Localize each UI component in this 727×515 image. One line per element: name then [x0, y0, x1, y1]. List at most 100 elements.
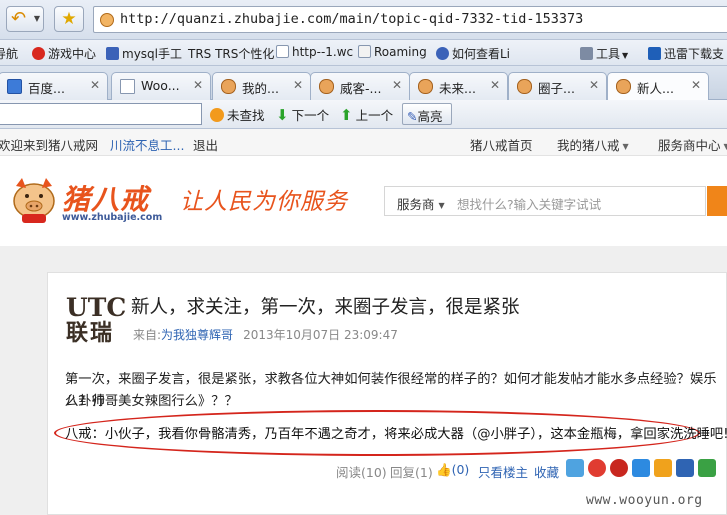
site-slogan: 让人民为你服务 — [180, 189, 348, 215]
find-status-icon — [210, 108, 224, 122]
bookmark-label: Roaming — [374, 45, 427, 59]
tab-label: 威客-... — [340, 81, 382, 96]
group-logo[interactable]: UTC 联瑞 — [66, 295, 126, 346]
bookmark-nav[interactable]: 导航 — [0, 45, 18, 62]
bookmark-trs[interactable]: TRS TRS个性化 — [188, 45, 274, 62]
bookmark-game-center[interactable]: 游戏中心 — [32, 45, 96, 62]
find-next-label: 下一个 — [291, 108, 330, 123]
close-icon[interactable]: ✕ — [90, 78, 100, 92]
bookmarks-bar: 导航 游戏中心 mysql手工 TRS TRS个性化 http--1.wc Ro… — [0, 40, 727, 66]
tab-future[interactable]: 未来... ✕ — [409, 72, 508, 100]
favorite-star-icon[interactable]: ★ — [54, 6, 84, 32]
service-center-menu[interactable]: 服务商中心 ▼ — [658, 135, 727, 154]
home-link[interactable]: 猪八戒首页 — [470, 135, 533, 154]
search-button[interactable] — [707, 186, 727, 216]
tab-weike[interactable]: 威客-... ✕ — [310, 72, 410, 100]
tab-baidu[interactable]: 百度... ✕ — [0, 72, 108, 100]
bajie-reply: 八戒：小伙子，我看你骨骼清秀，乃百年不遇之奇才，将来必成大器（@小胖子），这本金… — [65, 427, 727, 442]
close-icon[interactable]: ✕ — [589, 78, 599, 92]
qq-share-icon[interactable] — [632, 459, 650, 477]
welcome-text: 欢迎来到猪八戒网 — [0, 138, 99, 153]
tab-quanzi[interactable]: 圈子... ✕ — [508, 72, 607, 100]
close-icon[interactable]: ✕ — [691, 78, 701, 92]
renren-share-icon[interactable] — [610, 459, 628, 477]
bookmark-mysql[interactable]: mysql手工 — [106, 45, 182, 62]
search-box: 服务商 ▼ 想找什么?输入关键字试试 — [384, 186, 706, 216]
page-icon — [276, 45, 289, 58]
paw-icon — [436, 47, 449, 60]
find-next-button[interactable]: ⬇ 下一个 — [276, 105, 329, 124]
reply-link[interactable]: 回复(1) — [390, 462, 433, 481]
close-icon[interactable]: ✕ — [490, 78, 500, 92]
tab-label: 未来... — [439, 81, 476, 96]
find-toolbar: 未查找 ⬇ 下一个 ⬆ 上一个 ✎高亮 — [0, 100, 727, 129]
tab-newbie[interactable]: 新人... ✕ — [607, 72, 709, 101]
search-input[interactable]: 想找什么?输入关键字试试 — [457, 194, 601, 213]
people-share-icon[interactable] — [676, 459, 694, 477]
bookmark-label: mysql手工 — [122, 47, 182, 61]
tencent-weibo-share-icon[interactable] — [654, 459, 672, 477]
author-link[interactable]: 为我独尊辉哥 — [161, 328, 233, 342]
back-button[interactable]: ↶ ▼ — [6, 6, 44, 32]
my-zbj-menu[interactable]: 我的猪八戒 ▼ — [557, 135, 629, 154]
close-icon[interactable]: ✕ — [193, 78, 203, 92]
bookmark-xunlei[interactable]: 迅雷下载支 — [648, 45, 724, 62]
bookmark-roaming[interactable]: Roaming — [358, 45, 427, 59]
pig-icon — [319, 79, 334, 94]
address-bar[interactable]: http://quanzi.zhubajie.com/main/topic-qi… — [93, 6, 727, 33]
post-date: 2013年10月07日 23:09:47 — [243, 328, 398, 342]
tab-label: 百度... — [28, 81, 65, 96]
tab-my[interactable]: 我的... ✕ — [212, 72, 311, 100]
only-author-link[interactable]: 只看楼主 — [478, 462, 528, 481]
chevron-down-icon: ▼ — [438, 201, 445, 210]
topic-title: 新人，求关注，第一次，来圈子发言，很是紧张 — [131, 297, 520, 318]
pig-icon — [418, 79, 433, 94]
pig-icon — [221, 79, 236, 94]
folder-icon — [358, 45, 371, 58]
find-input[interactable] — [0, 103, 202, 125]
bookmark-http[interactable]: http--1.wc — [276, 45, 353, 59]
find-prev-label: 上一个 — [355, 108, 394, 123]
username-link[interactable]: 川流不息工... — [110, 135, 184, 154]
tab-label: 圈子... — [538, 81, 575, 96]
bookmark-label: 如何查看Li — [452, 47, 511, 61]
find-status: 未查找 — [210, 105, 265, 124]
page-icon — [120, 79, 135, 94]
bookmark-label: 工具 — [596, 47, 621, 61]
highlight-pen-icon: ✎ — [407, 109, 418, 124]
logout-link[interactable]: 退出 — [193, 135, 218, 154]
bookmark-label: 导航 — [0, 47, 19, 61]
find-prev-button[interactable]: ⬆ 上一个 — [340, 105, 393, 124]
like-button[interactable]: 👍(0) — [436, 462, 469, 478]
arrow-down-icon: ⬇ — [276, 106, 289, 124]
find-status-label: 未查找 — [227, 108, 265, 123]
group-logo-line2: 联瑞 — [66, 320, 115, 346]
from-label: 来自: — [133, 328, 162, 342]
douban-share-icon[interactable] — [698, 459, 716, 477]
thumbs-up-icon: 👍 — [436, 462, 452, 477]
tab-wooyun[interactable]: Woo... ✕ — [111, 72, 211, 100]
site-logo-url: www.zhubajie.com — [62, 212, 163, 223]
pig-mascot-icon[interactable] — [8, 174, 60, 224]
close-icon[interactable]: ✕ — [293, 78, 303, 92]
highlight-label: 高亮 — [417, 109, 443, 124]
tab-strip: 百度... ✕ Woo... ✕ 我的... ✕ 威客-... ✕ 未来... … — [0, 66, 727, 101]
highlight-button[interactable]: ✎高亮 — [402, 103, 452, 125]
search-category-select[interactable]: 服务商 ▼ — [397, 194, 445, 213]
site-favicon-icon — [100, 13, 114, 27]
close-icon[interactable]: ✕ — [392, 78, 402, 92]
chevron-down-icon[interactable]: ▼ — [34, 14, 40, 23]
address-toolbar: ↶ ▼ ★ http://quanzi.zhubajie.com/main/to… — [0, 0, 727, 40]
bookmark-label: 迅雷下载支 — [664, 47, 725, 61]
weibo-share-icon[interactable] — [588, 459, 606, 477]
bookmark-how-to[interactable]: 如何查看Li — [436, 45, 510, 62]
tools-menu[interactable]: 工具 ▼ — [580, 45, 628, 62]
game-center-icon — [32, 47, 45, 60]
url-text[interactable]: http://quanzi.zhubajie.com/main/topic-qi… — [120, 11, 583, 27]
chevron-down-icon: ▼ — [622, 142, 629, 151]
favorite-link[interactable]: 收藏 — [534, 462, 559, 481]
qzone-share-icon[interactable] — [566, 459, 584, 477]
tab-label: Woo... — [141, 78, 180, 93]
site-header: 猪八戒 www.zhubajie.com 让人民为你服务 服务商 ▼ 想找什么?输… — [0, 156, 727, 246]
tab-label: 新人... — [637, 81, 674, 96]
